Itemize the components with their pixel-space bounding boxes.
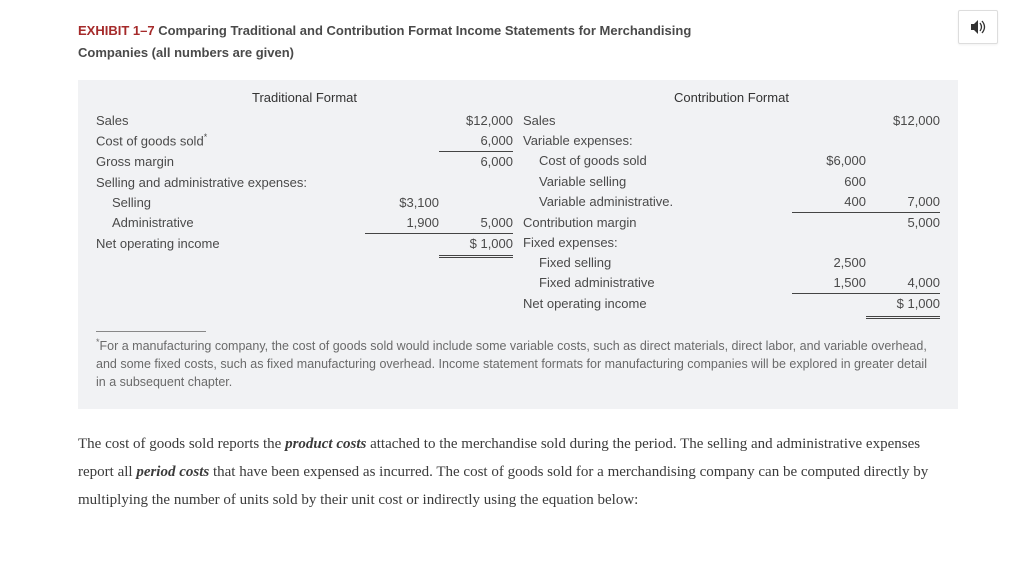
footnote-rule	[96, 331, 206, 332]
contribution-heading: Contribution Format	[523, 88, 940, 111]
cont-vadmin-lbl: Variable administrative.	[523, 192, 792, 213]
trad-cogs-lbl: Cost of goods sold*	[96, 131, 365, 152]
volume-icon	[969, 19, 987, 35]
cont-noi-amt: $ 1,000	[866, 294, 940, 318]
cont-vsell-amt: 600	[792, 172, 866, 192]
cont-fixexp-lbl: Fixed expenses:	[523, 233, 792, 253]
cont-vsell-lbl: Variable selling	[523, 172, 792, 192]
trad-sales-amt: $12,000	[439, 111, 513, 131]
cont-fadmin-amt: 1,500	[792, 273, 866, 294]
cont-varexp-lbl: Variable expenses:	[523, 131, 792, 151]
cont-fix-total: 4,000	[866, 273, 940, 294]
cont-var-total: 7,000	[866, 192, 940, 213]
trad-admin-lbl: Administrative	[96, 213, 365, 234]
exhibit-label: EXHIBIT 1–7	[78, 23, 155, 38]
trad-gross-lbl: Gross margin	[96, 152, 365, 172]
trad-noi-amt: $ 1,000	[439, 234, 513, 258]
product-costs-em: product costs	[285, 436, 366, 452]
trad-selling-amt: $3,100	[365, 193, 439, 213]
trad-gross-amt: 6,000	[439, 152, 513, 172]
cont-fadmin-lbl: Fixed administrative	[523, 273, 792, 294]
trad-noi-lbl: Net operating income	[96, 234, 365, 258]
trad-sales-lbl: Sales	[96, 111, 365, 131]
trad-sae-total: 5,000	[439, 213, 513, 234]
cont-fsell-lbl: Fixed selling	[523, 253, 792, 273]
audio-button[interactable]	[958, 10, 998, 44]
cont-vcogs-lbl: Cost of goods sold	[523, 151, 792, 171]
trad-admin-amt: 1,900	[365, 213, 439, 234]
cont-fsell-amt: 2,500	[792, 253, 866, 273]
cont-noi-lbl: Net operating income	[523, 294, 792, 318]
cont-sales-amt: $12,000	[866, 111, 940, 131]
footnote-text: For a manufacturing company, the cost of…	[96, 339, 927, 389]
cont-vadmin-amt: 400	[792, 192, 866, 213]
cont-sales-lbl: Sales	[523, 111, 792, 131]
exhibit-title-1: Comparing Traditional and Contribution F…	[158, 23, 691, 38]
exhibit-panel: Traditional Format Sales $12,000 Cost of …	[78, 80, 958, 409]
trad-cogs-amt: 6,000	[439, 131, 513, 152]
exhibit-title-2: Companies (all numbers are given)	[78, 45, 294, 60]
exhibit-header: EXHIBIT 1–7 Comparing Traditional and Co…	[78, 20, 954, 64]
trad-sae-lbl: Selling and administrative expenses:	[96, 173, 365, 193]
traditional-column: Traditional Format Sales $12,000 Cost of …	[96, 88, 513, 318]
body-paragraph: The cost of goods sold reports the produ…	[78, 431, 958, 514]
cont-vcogs-amt: $6,000	[792, 151, 866, 171]
page: EXHIBIT 1–7 Comparing Traditional and Co…	[0, 0, 1024, 566]
period-costs-em: period costs	[136, 464, 209, 480]
trad-selling-lbl: Selling	[96, 193, 365, 213]
traditional-heading: Traditional Format	[96, 88, 513, 111]
cont-cm-amt: 5,000	[866, 213, 940, 233]
contribution-column: Contribution Format Sales $12,000 Variabl…	[513, 88, 940, 318]
footnote: *For a manufacturing company, the cost o…	[96, 336, 940, 392]
cont-cm-lbl: Contribution margin	[523, 213, 792, 233]
